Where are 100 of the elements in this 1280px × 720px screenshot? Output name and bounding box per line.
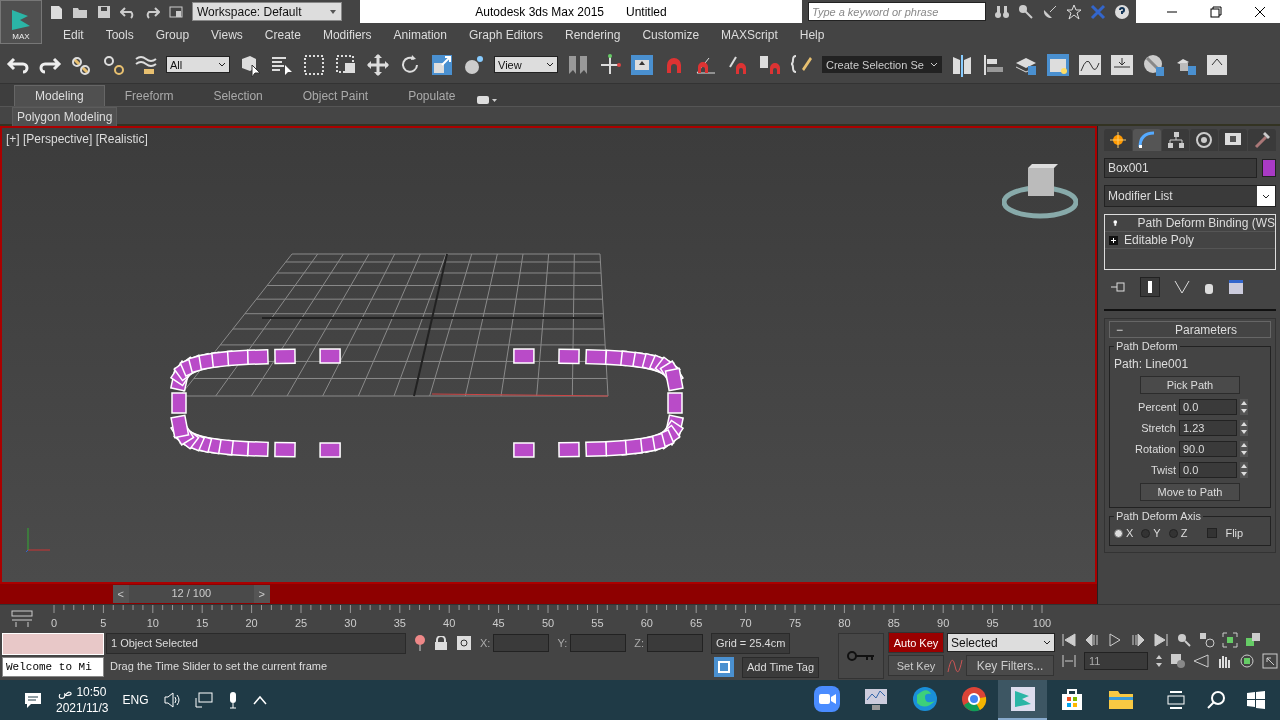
menu-item[interactable]: Animation	[382, 27, 458, 42]
workspace-dropdown[interactable]: Workspace: Default	[192, 2, 342, 21]
align-icon[interactable]	[982, 52, 1006, 77]
configure-sets-icon[interactable]	[1228, 279, 1244, 295]
command-panel-tab[interactable]	[1190, 129, 1219, 151]
binoculars-icon[interactable]	[994, 3, 1010, 20]
modifier-stack[interactable]: Path Deform Binding (WS Editable Poly	[1104, 214, 1276, 270]
ribbon-tab[interactable]: Modeling	[14, 85, 105, 106]
scale-icon[interactable]	[430, 52, 454, 77]
chain-drawing[interactable]	[169, 348, 685, 458]
zoom-extents-icon[interactable]	[1222, 632, 1238, 648]
menu-item[interactable]: Modifiers	[311, 27, 383, 42]
lock-icon[interactable]	[434, 636, 448, 650]
orbit-icon[interactable]	[1239, 653, 1255, 669]
field-of-view-icon[interactable]	[1193, 653, 1209, 669]
make-unique-icon[interactable]	[1174, 280, 1190, 294]
viewport[interactable]: [+] [Perspective] [Realistic]	[0, 126, 1097, 584]
close-icon[interactable]	[1254, 5, 1266, 18]
go-to-start-icon[interactable]	[1061, 632, 1077, 648]
key-filters-button[interactable]: Key Filters...	[966, 655, 1054, 676]
time-slider-thumb[interactable]: 12 / 100	[128, 585, 254, 603]
named-selection-dropdown[interactable]: Create Selection Se	[822, 56, 942, 73]
app-menu-button[interactable]: MAX	[0, 0, 42, 44]
clock-time[interactable]: 10:50 ص	[58, 684, 107, 700]
modifier-stack-item[interactable]: Path Deform Binding (WS	[1137, 216, 1275, 230]
restore-icon[interactable]	[1210, 5, 1222, 18]
coordinate-field[interactable]	[570, 634, 627, 652]
spinner-arrows-icon[interactable]	[1155, 653, 1163, 669]
command-panel-tab[interactable]	[1248, 129, 1276, 151]
move-to-path-button[interactable]: Move to Path	[1140, 483, 1240, 501]
menu-item[interactable]: Views	[200, 27, 254, 42]
coordinate-field[interactable]	[647, 634, 703, 652]
set-key-button[interactable]: Set Key	[888, 655, 944, 676]
time-slider-track[interactable]: < 12 / 100 >	[0, 584, 1097, 604]
new-file-icon[interactable]	[48, 3, 64, 20]
time-config-icon[interactable]	[1170, 653, 1186, 669]
menu-item[interactable]: Customize	[631, 27, 711, 42]
taskbar-app-button[interactable]	[998, 680, 1047, 720]
spinner-arrows-icon[interactable]	[1240, 420, 1248, 436]
track-bar-toggle-icon[interactable]	[10, 609, 34, 628]
spinner-field[interactable]: 90.0	[1179, 441, 1237, 457]
ribbon-options-icon[interactable]	[475, 94, 498, 106]
lightbulb-icon[interactable]	[1113, 217, 1118, 229]
start-icon[interactable]	[1246, 690, 1266, 710]
ribbon-tab[interactable]: Populate	[388, 86, 476, 106]
ribbon-panel-tab[interactable]: Polygon Modeling	[12, 107, 118, 127]
search-icon[interactable]	[1206, 690, 1226, 710]
language-indicator[interactable]: ENG	[122, 693, 149, 707]
transform-gizmo-icon[interactable]	[598, 52, 622, 77]
schematic-view-icon[interactable]	[1110, 52, 1134, 77]
menu-item[interactable]: Group	[144, 27, 201, 42]
isolate-bulb-icon[interactable]	[414, 635, 426, 651]
previous-frame-button[interactable]: <	[112, 585, 129, 603]
menu-item[interactable]: MAXScript	[710, 27, 789, 42]
zoom-all-icon[interactable]	[1199, 632, 1215, 648]
ribbon-tab[interactable]: Freeform	[104, 86, 194, 106]
auto-key-button[interactable]: Auto Key	[888, 632, 944, 653]
radio-button[interactable]	[1114, 528, 1123, 538]
menu-item[interactable]: Edit	[52, 27, 95, 42]
zoom-extents-all-icon[interactable]	[1245, 632, 1261, 648]
pan-icon[interactable]	[1216, 653, 1232, 669]
maximize-viewport-icon[interactable]	[1262, 653, 1278, 669]
notification-icon[interactable]	[24, 691, 42, 709]
spinner-arrows-icon[interactable]	[1240, 462, 1248, 478]
ribbon-tab[interactable]: Selection	[193, 86, 283, 106]
key-mode-toggle-icon[interactable]	[1061, 653, 1077, 669]
spinner-arrows-icon[interactable]	[1240, 399, 1248, 415]
material-editor-icon[interactable]	[1142, 52, 1166, 77]
viewcube-icon[interactable]	[1002, 162, 1078, 220]
collapse-toggle[interactable]: −	[1116, 322, 1123, 337]
rectangle-selection-icon[interactable]	[302, 52, 326, 77]
script-listener-output[interactable]: Welcome to Mi	[2, 657, 104, 677]
modifier-list-dropdown[interactable]: Modifier List	[1104, 185, 1276, 207]
modifier-stack-item[interactable]: Editable Poly	[1124, 233, 1195, 247]
flip-checkbox[interactable]	[1207, 528, 1218, 538]
command-panel-tab[interactable]	[1161, 129, 1190, 151]
help-icon[interactable]	[1114, 3, 1130, 20]
save-icon[interactable]	[96, 3, 112, 20]
pick-path-button[interactable]: Pick Path	[1140, 376, 1240, 394]
add-time-tag-button[interactable]: Add Time Tag	[742, 656, 820, 678]
coordinate-field[interactable]	[493, 634, 550, 652]
selection-filter-dropdown[interactable]: All	[166, 56, 230, 73]
render-frame-icon[interactable]	[1206, 52, 1230, 77]
menu-item[interactable]: Tools	[94, 27, 145, 42]
scene-explorer-icon[interactable]	[1046, 52, 1070, 77]
viewport-label[interactable]: [+] [Perspective] [Realistic]	[6, 132, 148, 146]
go-to-end-icon[interactable]	[1153, 632, 1169, 648]
network-icon[interactable]	[194, 692, 213, 708]
menu-item[interactable]: Help	[788, 27, 836, 42]
curve-editor-icon[interactable]	[1078, 52, 1102, 77]
object-name-field[interactable]: Box001	[1104, 158, 1257, 178]
time-tag-icon[interactable]	[714, 657, 734, 677]
command-panel-tab[interactable]	[1132, 129, 1161, 151]
play-icon[interactable]	[1107, 632, 1123, 648]
show-end-result-icon[interactable]	[1140, 277, 1160, 297]
absolute-mode-icon[interactable]	[456, 635, 472, 651]
previous-frame-icon[interactable]	[1084, 632, 1100, 648]
next-frame-icon[interactable]	[1130, 632, 1146, 648]
project-folder-icon[interactable]	[168, 3, 184, 20]
clock-date[interactable]: 2021/11/3	[56, 700, 109, 716]
